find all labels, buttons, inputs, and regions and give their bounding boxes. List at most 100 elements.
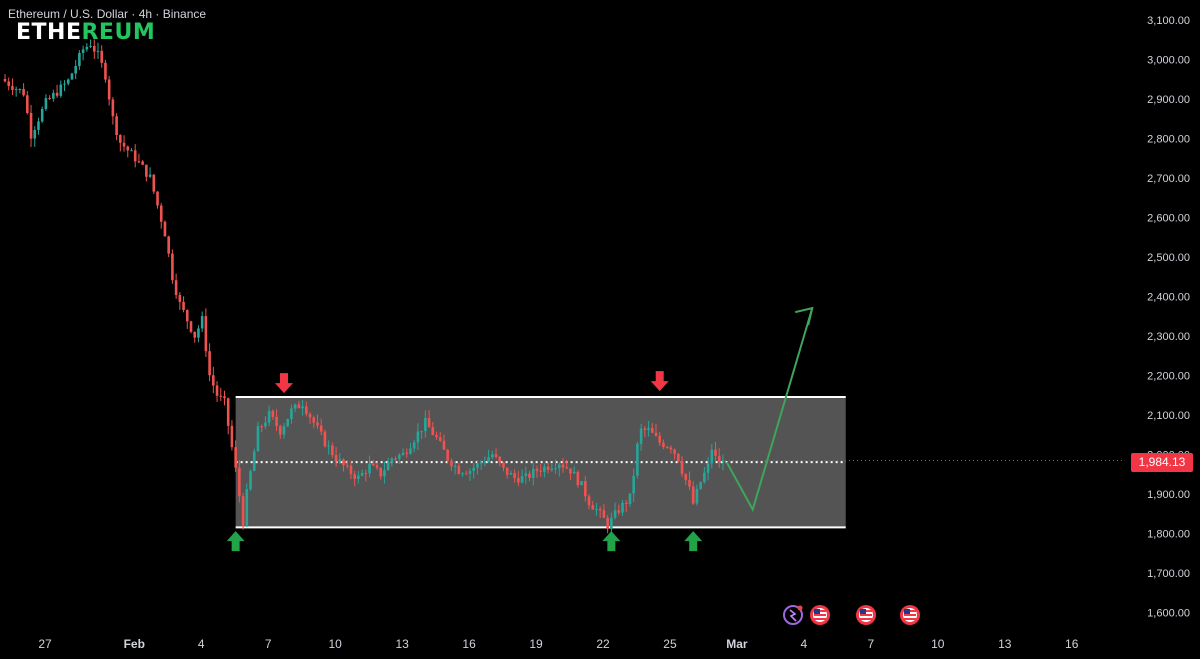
candle-body xyxy=(14,89,18,91)
candle-body xyxy=(673,449,676,454)
candle-body xyxy=(584,481,587,497)
candle-body xyxy=(684,473,688,480)
candle-body xyxy=(491,454,494,458)
candle-body xyxy=(345,465,349,467)
price-tick-label: 2,700.00 xyxy=(1147,173,1190,185)
candle-body xyxy=(535,468,539,471)
time-tick-label: 4 xyxy=(198,637,205,651)
us-flag-event-icon[interactable] xyxy=(900,605,920,625)
candle-body xyxy=(59,84,63,96)
candle-body xyxy=(18,89,22,91)
candle-body xyxy=(401,452,405,455)
price-tick-label: 2,400.00 xyxy=(1147,291,1190,303)
candle-body xyxy=(33,129,37,139)
candle-body xyxy=(230,425,234,448)
us-flag-event-icon[interactable] xyxy=(856,605,876,625)
price-tick-label: 3,100.00 xyxy=(1147,15,1190,27)
candle-body xyxy=(717,455,721,462)
candle-body xyxy=(405,452,409,454)
candle-body xyxy=(595,508,598,510)
candle-body xyxy=(557,464,561,469)
candle-body xyxy=(665,447,669,449)
time-tick-label: 22 xyxy=(596,637,610,651)
candle-body xyxy=(275,416,278,427)
candle-body xyxy=(133,150,137,162)
time-tick-label: 7 xyxy=(867,637,874,651)
candle-body xyxy=(524,473,528,477)
candle-body xyxy=(264,422,267,427)
candle-body xyxy=(453,465,457,467)
candle-body xyxy=(390,458,394,463)
price-tick-label: 2,900.00 xyxy=(1147,94,1190,106)
candle-body xyxy=(442,440,446,450)
candle-body xyxy=(450,460,453,467)
candle-body xyxy=(662,442,665,448)
candle-body xyxy=(699,482,702,489)
candle-body xyxy=(327,445,330,447)
candle-body xyxy=(383,470,386,477)
price-tick-label: 1,600.00 xyxy=(1147,607,1190,619)
current-price-tag: 1,984.13 xyxy=(1131,453,1193,472)
candle-body xyxy=(360,472,364,476)
candle-body xyxy=(197,328,200,338)
candle-body xyxy=(647,428,650,430)
candle-body xyxy=(293,404,297,409)
candle-body xyxy=(245,489,249,526)
price-tick-label: 1,800.00 xyxy=(1147,528,1190,540)
candle-body xyxy=(416,431,420,443)
candle-body xyxy=(528,473,531,478)
candle-body xyxy=(52,92,55,99)
candle-body xyxy=(319,425,323,432)
candle-body xyxy=(204,316,208,352)
candle-body xyxy=(29,112,33,139)
price-chart[interactable]: 3,100.00 3,000.00 2,900.00 2,800.00 2,700.00… xyxy=(0,0,1200,659)
candle-body xyxy=(163,221,167,237)
candle-body xyxy=(539,470,542,472)
candle-body xyxy=(89,45,92,47)
candle-body xyxy=(141,161,144,165)
candle-body xyxy=(703,472,706,483)
candle-body xyxy=(379,467,383,477)
candle-body xyxy=(669,447,673,450)
candle-body xyxy=(409,448,412,454)
time-tick-label: 16 xyxy=(462,637,476,651)
candle-body xyxy=(115,116,118,136)
us-flag-event-icon[interactable] xyxy=(810,605,830,625)
candle-body xyxy=(628,493,632,505)
candle-body xyxy=(282,426,286,435)
candle-body xyxy=(502,462,505,468)
candle-body xyxy=(200,316,204,329)
candle-body xyxy=(487,457,490,462)
candle-body xyxy=(193,331,197,338)
candle-body xyxy=(494,454,498,457)
candle-body xyxy=(357,475,360,479)
candle-body xyxy=(598,508,602,511)
price-tick-label: 2,500.00 xyxy=(1147,252,1190,264)
price-tick-label: 2,300.00 xyxy=(1147,331,1190,343)
price-tick-label: 3,000.00 xyxy=(1147,54,1190,66)
candle-body xyxy=(301,406,304,409)
candle-body xyxy=(37,121,40,130)
candle-body xyxy=(420,431,423,433)
candle-body xyxy=(48,98,51,100)
candle-body xyxy=(7,81,11,87)
logo-part-1: ETHE xyxy=(16,20,82,45)
candle-body xyxy=(632,475,635,494)
candle-body xyxy=(550,468,554,470)
candle-body xyxy=(643,428,647,430)
candle-body xyxy=(680,461,684,474)
candle-body xyxy=(167,236,170,254)
candle-body xyxy=(650,428,654,433)
candle-body xyxy=(371,463,375,466)
candle-body xyxy=(66,79,70,84)
candle-body xyxy=(602,510,606,518)
candle-body xyxy=(334,455,338,462)
candle-body xyxy=(472,467,476,471)
candle-body xyxy=(706,463,710,473)
candle-body xyxy=(145,164,148,177)
candle-body xyxy=(78,52,81,67)
candle-body xyxy=(137,161,141,163)
candle-body xyxy=(223,396,226,399)
symbol-title[interactable]: Ethereum / U.S. Dollar · 4h · Binance xyxy=(8,7,206,21)
price-tick-label: 2,800.00 xyxy=(1147,133,1190,145)
